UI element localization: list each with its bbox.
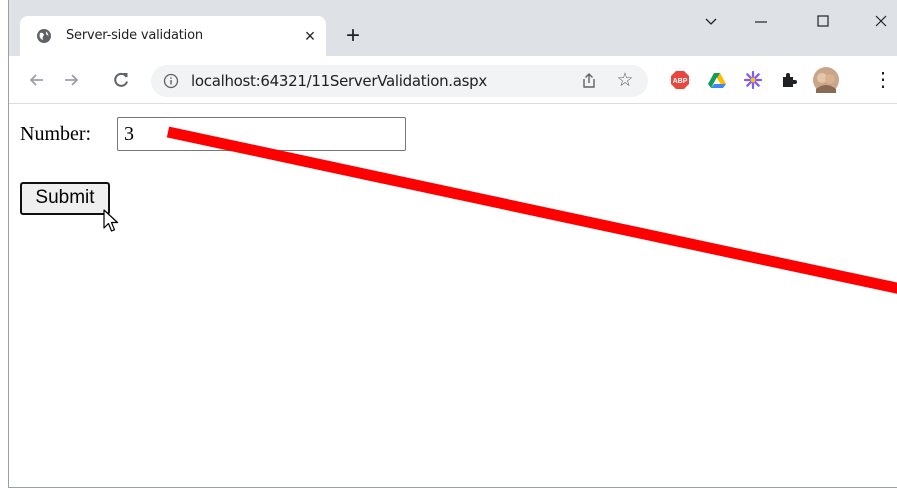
address-bar[interactable]: localhost:64321/11ServerValidation.aspx … bbox=[151, 65, 648, 97]
browser-toolbar: localhost:64321/11ServerValidation.aspx … bbox=[9, 56, 897, 104]
svg-text:ABP: ABP bbox=[673, 78, 688, 85]
minimize-icon[interactable] bbox=[747, 10, 775, 34]
tab-server-side-validation[interactable]: Server-side validation × bbox=[20, 16, 326, 56]
share-icon[interactable] bbox=[579, 71, 599, 91]
tab-close-icon[interactable]: × bbox=[302, 26, 318, 46]
mouse-pointer-icon bbox=[103, 209, 119, 232]
reload-icon[interactable] bbox=[109, 68, 133, 92]
back-icon[interactable] bbox=[25, 68, 49, 92]
google-drive-icon[interactable] bbox=[707, 70, 727, 90]
new-tab-button[interactable]: + bbox=[339, 22, 367, 50]
tab-strip: Server-side validation × + bbox=[9, 0, 897, 56]
submit-button[interactable]: Submit bbox=[20, 182, 110, 215]
tab-search-chevron-icon[interactable] bbox=[697, 10, 725, 34]
puzzle-extensions-icon[interactable] bbox=[779, 70, 799, 90]
number-label: Number: bbox=[20, 123, 92, 145]
maximize-icon[interactable] bbox=[809, 10, 837, 34]
forward-icon[interactable] bbox=[59, 68, 83, 92]
close-window-icon[interactable] bbox=[867, 10, 895, 34]
url-text: localhost:64321/11ServerValidation.aspx bbox=[191, 72, 487, 90]
adblock-plus-icon[interactable]: ABP bbox=[670, 70, 690, 90]
page-content: Number: Submit bbox=[9, 105, 897, 487]
browser-window: Server-side validation × + localhost:643… bbox=[8, 0, 897, 488]
browser-menu-icon[interactable]: ⋮ bbox=[871, 68, 895, 92]
bookmark-star-icon[interactable]: ☆ bbox=[615, 71, 635, 91]
number-input[interactable] bbox=[117, 117, 406, 151]
profile-avatar[interactable] bbox=[813, 67, 839, 93]
tab-title: Server-side validation bbox=[66, 28, 203, 43]
globe-icon bbox=[37, 29, 51, 43]
asterisk-extension-icon[interactable] bbox=[743, 70, 763, 90]
site-info-icon[interactable] bbox=[163, 73, 179, 89]
